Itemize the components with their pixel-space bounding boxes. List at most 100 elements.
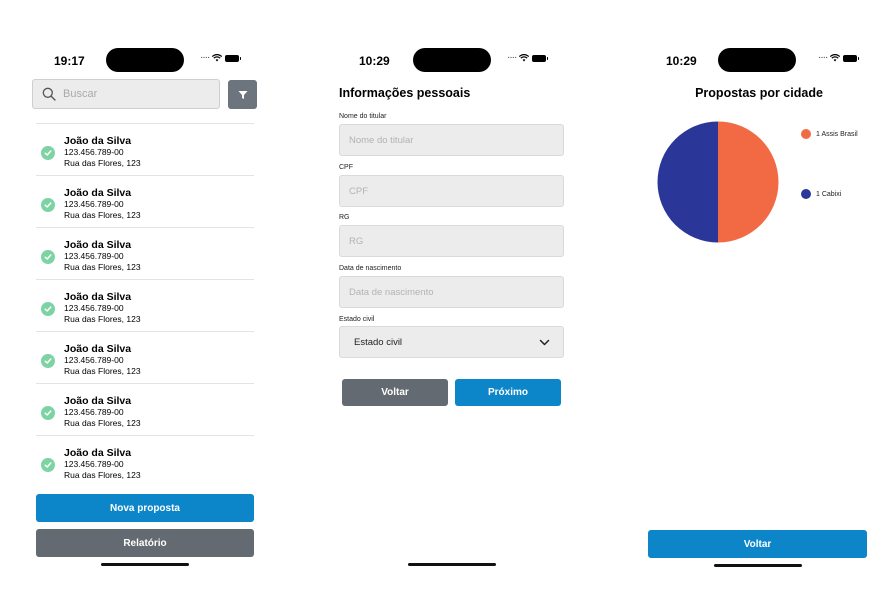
home-indicator xyxy=(408,563,496,566)
client-document: 123.456.789-00 xyxy=(64,303,124,313)
list-item[interactable]: João da Silva 123.456.789-00 Rua das Flore… xyxy=(36,175,254,227)
legend-marker xyxy=(801,129,811,139)
client-info: João da Silva 123.456.789-00 Rua das Flore… xyxy=(64,292,141,325)
client-info: João da Silva 123.456.789-00 Rua das Flore… xyxy=(64,344,141,377)
client-document: 123.456.789-00 xyxy=(64,251,124,261)
legend-marker xyxy=(801,189,811,199)
check-circle-icon xyxy=(41,146,55,160)
client-list: João da Silva 123.456.789-00 Rua das Flore… xyxy=(36,123,254,487)
rg-label: RG xyxy=(339,214,350,221)
wifi-icon xyxy=(830,54,841,62)
cpf-field[interactable] xyxy=(339,175,564,207)
client-info: João da Silva 123.456.789-00 Rua das Flore… xyxy=(64,396,141,429)
next-button[interactable]: Próximo xyxy=(455,379,561,406)
battery-icon xyxy=(225,54,242,62)
status-icons: ···· xyxy=(507,52,549,63)
birth-date-field[interactable] xyxy=(339,276,564,308)
filter-button[interactable] xyxy=(228,80,257,109)
client-address: Rua das Flores, 123 xyxy=(64,158,141,168)
client-name: João da Silva xyxy=(64,187,132,199)
client-list-screen: 19:17 ···· João da Silva123.456.789-00Ru… xyxy=(28,0,264,598)
page-title: Informações pessoais xyxy=(339,86,471,100)
signal-icon: ···· xyxy=(200,52,210,63)
list-item[interactable]: João da Silva 123.456.789-00 Rua das Flore… xyxy=(36,123,254,175)
dynamic-island xyxy=(106,48,184,72)
signal-icon: ···· xyxy=(818,52,828,63)
search-box[interactable] xyxy=(32,79,220,109)
check-circle-icon xyxy=(41,198,55,212)
birth-date-label: Data de nascimento xyxy=(339,265,402,272)
wifi-icon xyxy=(519,54,530,62)
holder-name-label: Nome do titular xyxy=(339,113,387,120)
legend-item: 1 Cabixi xyxy=(801,189,841,199)
check-circle-icon xyxy=(41,302,55,316)
status-time: 10:29 xyxy=(666,54,697,68)
report-button[interactable]: Relatório xyxy=(36,529,254,557)
search-icon xyxy=(42,87,56,101)
legend-item: 1 Assis Brasil xyxy=(801,129,858,139)
status-bar: 19:17 ···· xyxy=(28,48,264,74)
personal-info-screen: 10:29 ···· Informações pessoais Nome do … xyxy=(332,0,572,598)
list-item[interactable]: João da Silva 123.456.789-00 Rua das Flore… xyxy=(36,435,254,487)
signal-icon: ···· xyxy=(507,52,517,63)
client-document: 123.456.789-00 xyxy=(64,147,124,157)
list-item[interactable]: João da Silva 123.456.789-00 Rua das Flore… xyxy=(36,331,254,383)
pie-slice-assis-brasil xyxy=(718,121,779,243)
pie-slice-cabixi xyxy=(657,121,718,243)
dynamic-island xyxy=(413,48,491,72)
status-time: 10:29 xyxy=(359,54,390,68)
client-info: João da Silva 123.456.789-00 Rua das Flore… xyxy=(64,188,141,221)
back-button[interactable]: Voltar xyxy=(342,379,448,406)
battery-icon xyxy=(843,54,860,62)
status-bar: 10:29 ···· xyxy=(640,48,872,74)
search-input[interactable] xyxy=(63,80,213,108)
check-circle-icon xyxy=(41,354,55,368)
marital-status-value: Estado civil xyxy=(354,337,403,348)
client-document: 123.456.789-00 xyxy=(64,407,124,417)
client-info: João da Silva 123.456.789-00 Rua das Flore… xyxy=(64,448,141,481)
chart-title: Propostas por cidade xyxy=(695,86,823,100)
marital-status-select[interactable]: Estado civil xyxy=(339,326,564,358)
client-document: 123.456.789-00 xyxy=(64,355,124,365)
chevron-down-icon xyxy=(539,339,550,346)
client-address: Rua das Flores, 123 xyxy=(64,470,141,480)
home-indicator xyxy=(714,564,802,567)
legend-label: 1 Assis Brasil xyxy=(816,130,858,138)
back-button[interactable]: Voltar xyxy=(648,530,867,558)
client-document: 123.456.789-00 xyxy=(64,199,124,209)
client-name: João da Silva xyxy=(64,447,132,459)
client-address: Rua das Flores, 123 xyxy=(64,314,141,324)
client-document: 123.456.789-00 xyxy=(64,459,124,469)
client-address: Rua das Flores, 123 xyxy=(64,418,141,428)
client-info: João da Silva 123.456.789-00 Rua das Flore… xyxy=(64,136,141,169)
chart-screen: 10:29 ···· Propostas por cidade 1 Assis … xyxy=(640,0,872,598)
status-bar: 10:29 ···· xyxy=(332,48,572,74)
list-item[interactable]: João da Silva 123.456.789-00 Rua das Flore… xyxy=(36,279,254,331)
client-name: João da Silva xyxy=(64,395,132,407)
cpf-label: CPF xyxy=(339,164,353,171)
client-name: João da Silva xyxy=(64,343,132,355)
pie-chart xyxy=(657,121,779,243)
client-address: Rua das Flores, 123 xyxy=(64,210,141,220)
client-name: João da Silva xyxy=(64,291,132,303)
filter-icon xyxy=(238,90,247,99)
wifi-icon xyxy=(212,54,223,62)
client-address: Rua das Flores, 123 xyxy=(64,262,141,272)
client-info: João da Silva 123.456.789-00 Rua das Flore… xyxy=(64,240,141,273)
holder-name-field[interactable] xyxy=(339,124,564,156)
client-name: João da Silva xyxy=(64,135,132,147)
legend-label: 1 Cabixi xyxy=(816,190,842,198)
battery-icon xyxy=(532,54,549,62)
check-circle-icon xyxy=(41,458,55,472)
status-time: 19:17 xyxy=(54,54,85,68)
dynamic-island xyxy=(718,48,796,72)
new-proposal-button[interactable]: Nova proposta xyxy=(36,494,254,522)
list-item[interactable]: João da Silva 123.456.789-00 Rua das Flore… xyxy=(36,383,254,435)
status-icons: ···· xyxy=(818,52,860,63)
check-circle-icon xyxy=(41,250,55,264)
list-item[interactable]: João da Silva 123.456.789-00 Rua das Flore… xyxy=(36,227,254,279)
status-icons: ···· xyxy=(200,52,242,63)
client-name: João da Silva xyxy=(64,239,132,251)
rg-field[interactable] xyxy=(339,225,564,257)
home-indicator xyxy=(101,563,189,566)
